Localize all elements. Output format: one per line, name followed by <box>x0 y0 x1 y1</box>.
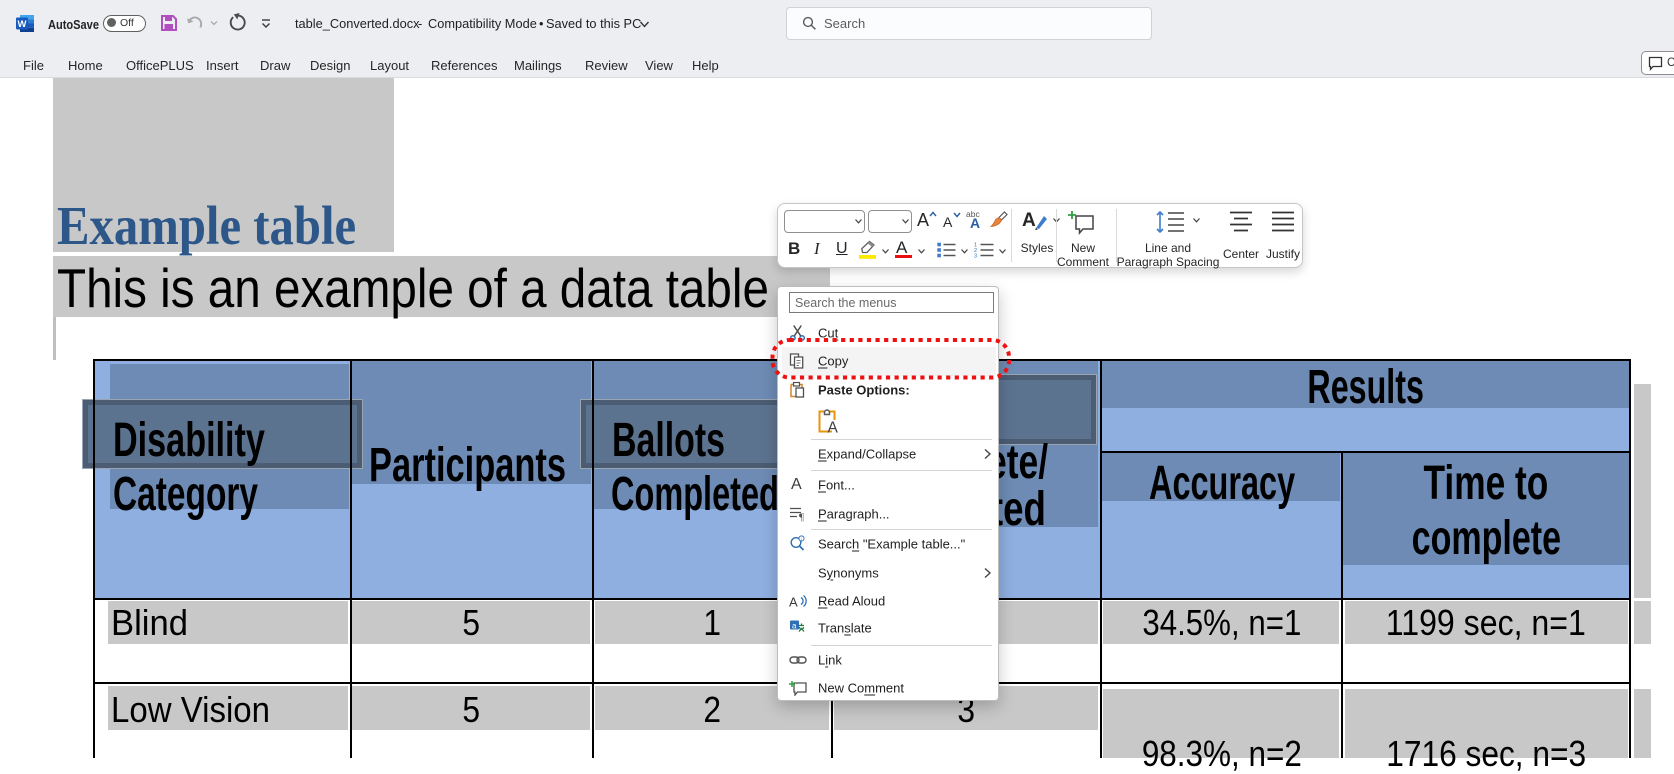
svg-text:W: W <box>18 19 27 30</box>
svg-text:A: A <box>828 420 839 434</box>
svg-text:¶: ¶ <box>799 511 804 521</box>
svg-text:A: A <box>789 594 798 608</box>
svg-text:3: 3 <box>974 254 977 259</box>
svg-text:a: a <box>792 622 797 631</box>
